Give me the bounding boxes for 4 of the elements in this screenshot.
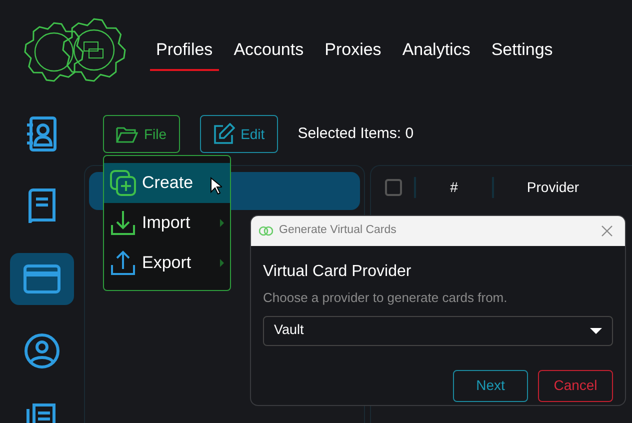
- dialog-description: Choose a provider to generate cards from.: [263, 289, 508, 307]
- dialog-heading: Virtual Card Provider: [263, 262, 412, 282]
- dialog-title: Generate Virtual Cards: [279, 223, 396, 238]
- selection-count: Selected Items: 0: [298, 124, 414, 144]
